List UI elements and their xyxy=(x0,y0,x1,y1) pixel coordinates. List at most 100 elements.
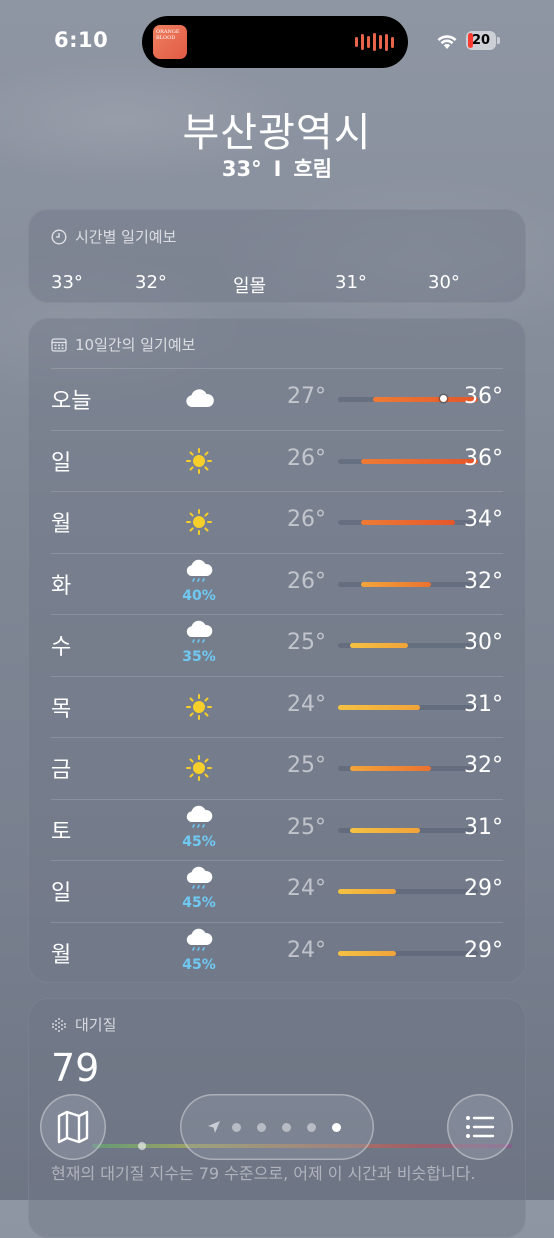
forecast-row[interactable]: 목 24° 31° xyxy=(51,675,503,738)
temperature-range-track xyxy=(338,458,478,464)
weather-icon-wrap xyxy=(179,748,219,788)
page-dot[interactable] xyxy=(232,1123,241,1132)
weather-icon-wrap xyxy=(179,687,219,727)
low-temperature: 26° xyxy=(287,445,326,471)
air-quality-description: 현재의 대기질 지수는 79 수준으로, 어제 이 시간과 비슷합니다. xyxy=(51,1164,476,1183)
clock-icon xyxy=(51,228,67,245)
temperature-range-track xyxy=(338,704,478,710)
forecast-row[interactable]: 일 45% 24° 29° xyxy=(51,860,503,922)
temperature-range-bar xyxy=(349,643,408,648)
forecast-day: 월 xyxy=(51,512,72,537)
page-dot[interactable] xyxy=(282,1123,291,1132)
forecast-row[interactable]: 화 40% 26° 32° xyxy=(51,552,503,615)
air-quality-indicator xyxy=(138,1142,146,1150)
ten-day-forecast-header: 10일간의 일기예보 xyxy=(51,334,195,355)
sun-icon xyxy=(186,693,212,720)
forecast-day: 수 xyxy=(51,635,72,660)
battery-icon: 20 xyxy=(466,31,500,50)
forecast-row[interactable]: 월 26° 34° xyxy=(51,491,503,553)
temperature-range-bar xyxy=(338,704,420,710)
map-button[interactable] xyxy=(40,1094,106,1160)
low-temperature: 24° xyxy=(287,937,326,963)
forecast-day: 토 xyxy=(51,819,72,845)
air-quality-icon xyxy=(52,1017,66,1032)
high-temperature: 29° xyxy=(464,876,503,901)
album-art: ORANGE BLOOD xyxy=(153,25,187,59)
air-quality-title: 대기질 xyxy=(75,1016,117,1034)
current-temperature: 33° xyxy=(221,157,262,181)
high-temperature: 36° xyxy=(464,384,503,409)
precipitation-chance: 40% xyxy=(182,587,216,604)
calendar-icon xyxy=(51,338,67,352)
low-temperature: 24° xyxy=(287,876,326,901)
separator: I xyxy=(273,157,282,181)
location-page-indicator[interactable] xyxy=(180,1094,374,1160)
high-temperature: 36° xyxy=(464,445,503,471)
high-temperature: 29° xyxy=(464,937,503,963)
page-dot-active[interactable] xyxy=(332,1123,341,1132)
forecast-day: 목 xyxy=(51,696,72,722)
temperature-range-bar xyxy=(338,950,397,956)
forecast-row[interactable]: 일 26° 36° xyxy=(51,429,503,492)
forecast-row[interactable]: 월 45% 24° 29° xyxy=(51,921,503,984)
forecast-day: 오늘 xyxy=(51,389,92,414)
forecast-day: 화 xyxy=(51,573,72,599)
page-dot[interactable] xyxy=(307,1123,316,1132)
sun-icon xyxy=(186,509,212,535)
temperature-range-track xyxy=(338,766,478,771)
temperature-range-track xyxy=(338,950,478,956)
forecast-day: 일 xyxy=(51,881,72,906)
high-temperature: 31° xyxy=(464,691,503,717)
album-art-text: ORANGE BLOOD xyxy=(156,29,180,41)
low-temperature: 24° xyxy=(287,691,326,717)
city-name: 부산광역시 xyxy=(182,110,372,156)
temperature-range-bar xyxy=(349,827,420,833)
low-temperature: 25° xyxy=(287,630,326,655)
status-time: 6:10 xyxy=(54,28,109,52)
high-temperature: 32° xyxy=(464,568,503,594)
forecast-row[interactable]: 오늘 27° 36° xyxy=(51,368,503,430)
temperature-range-track xyxy=(338,889,478,894)
ten-day-forecast-card[interactable]: 10일간의 일기예보 오늘 27° 36° 일 26° 36° 월 26° 34… xyxy=(28,318,526,983)
hourly-forecast-card[interactable]: 시간별 일기예보 33° 32° 일몰 31° 30° xyxy=(28,209,526,303)
hourly-item: 33° xyxy=(51,272,83,293)
temperature-range-bar xyxy=(361,520,455,525)
temperature-range-track xyxy=(338,581,478,587)
hourly-item: 31° xyxy=(335,272,367,293)
forecast-row[interactable]: 수 35% 25° 30° xyxy=(51,614,503,676)
wifi-icon xyxy=(437,35,457,49)
hourly-item: 30° xyxy=(428,272,460,293)
dynamic-island[interactable]: ORANGE BLOOD xyxy=(142,16,408,68)
sun-icon xyxy=(186,447,212,474)
weather-icon-wrap xyxy=(179,379,219,419)
high-temperature: 30° xyxy=(464,630,503,655)
cloud-icon xyxy=(186,389,214,407)
hourly-forecast-header: 시간별 일기예보 xyxy=(51,226,176,247)
temperature-range-bar xyxy=(373,397,478,402)
forecast-day: 금 xyxy=(51,758,72,783)
current-temperature-dot xyxy=(439,395,447,402)
page-dot[interactable] xyxy=(257,1123,266,1132)
hourly-item: 32° xyxy=(135,272,167,293)
forecast-row[interactable]: 토 45% 25° 31° xyxy=(51,798,503,861)
forecast-row[interactable]: 금 25° 32° xyxy=(51,737,503,799)
precipitation-chance: 35% xyxy=(182,649,216,665)
list-icon xyxy=(466,1116,495,1138)
sun-icon xyxy=(186,755,212,781)
weather-icon-wrap xyxy=(179,441,219,481)
high-temperature: 32° xyxy=(464,753,503,778)
battery-level: 20 xyxy=(471,33,491,48)
low-temperature: 25° xyxy=(287,814,326,840)
precipitation-chance: 45% xyxy=(182,956,216,973)
location-list-button[interactable] xyxy=(447,1094,513,1160)
low-temperature: 25° xyxy=(287,753,326,778)
low-temperature: 26° xyxy=(287,568,326,594)
precipitation-chance: 45% xyxy=(182,833,216,850)
temperature-range-track xyxy=(338,827,478,833)
hourly-item-sunset: 일몰 xyxy=(233,276,267,297)
current-condition: 흐림 xyxy=(293,157,333,181)
status-bar: 6:10 ORANGE BLOOD 20 xyxy=(0,0,554,80)
temperature-range-track xyxy=(338,520,478,525)
ten-day-forecast-title: 10일간의 일기예보 xyxy=(75,336,196,354)
current-conditions: 33° I 흐림 xyxy=(0,153,554,183)
